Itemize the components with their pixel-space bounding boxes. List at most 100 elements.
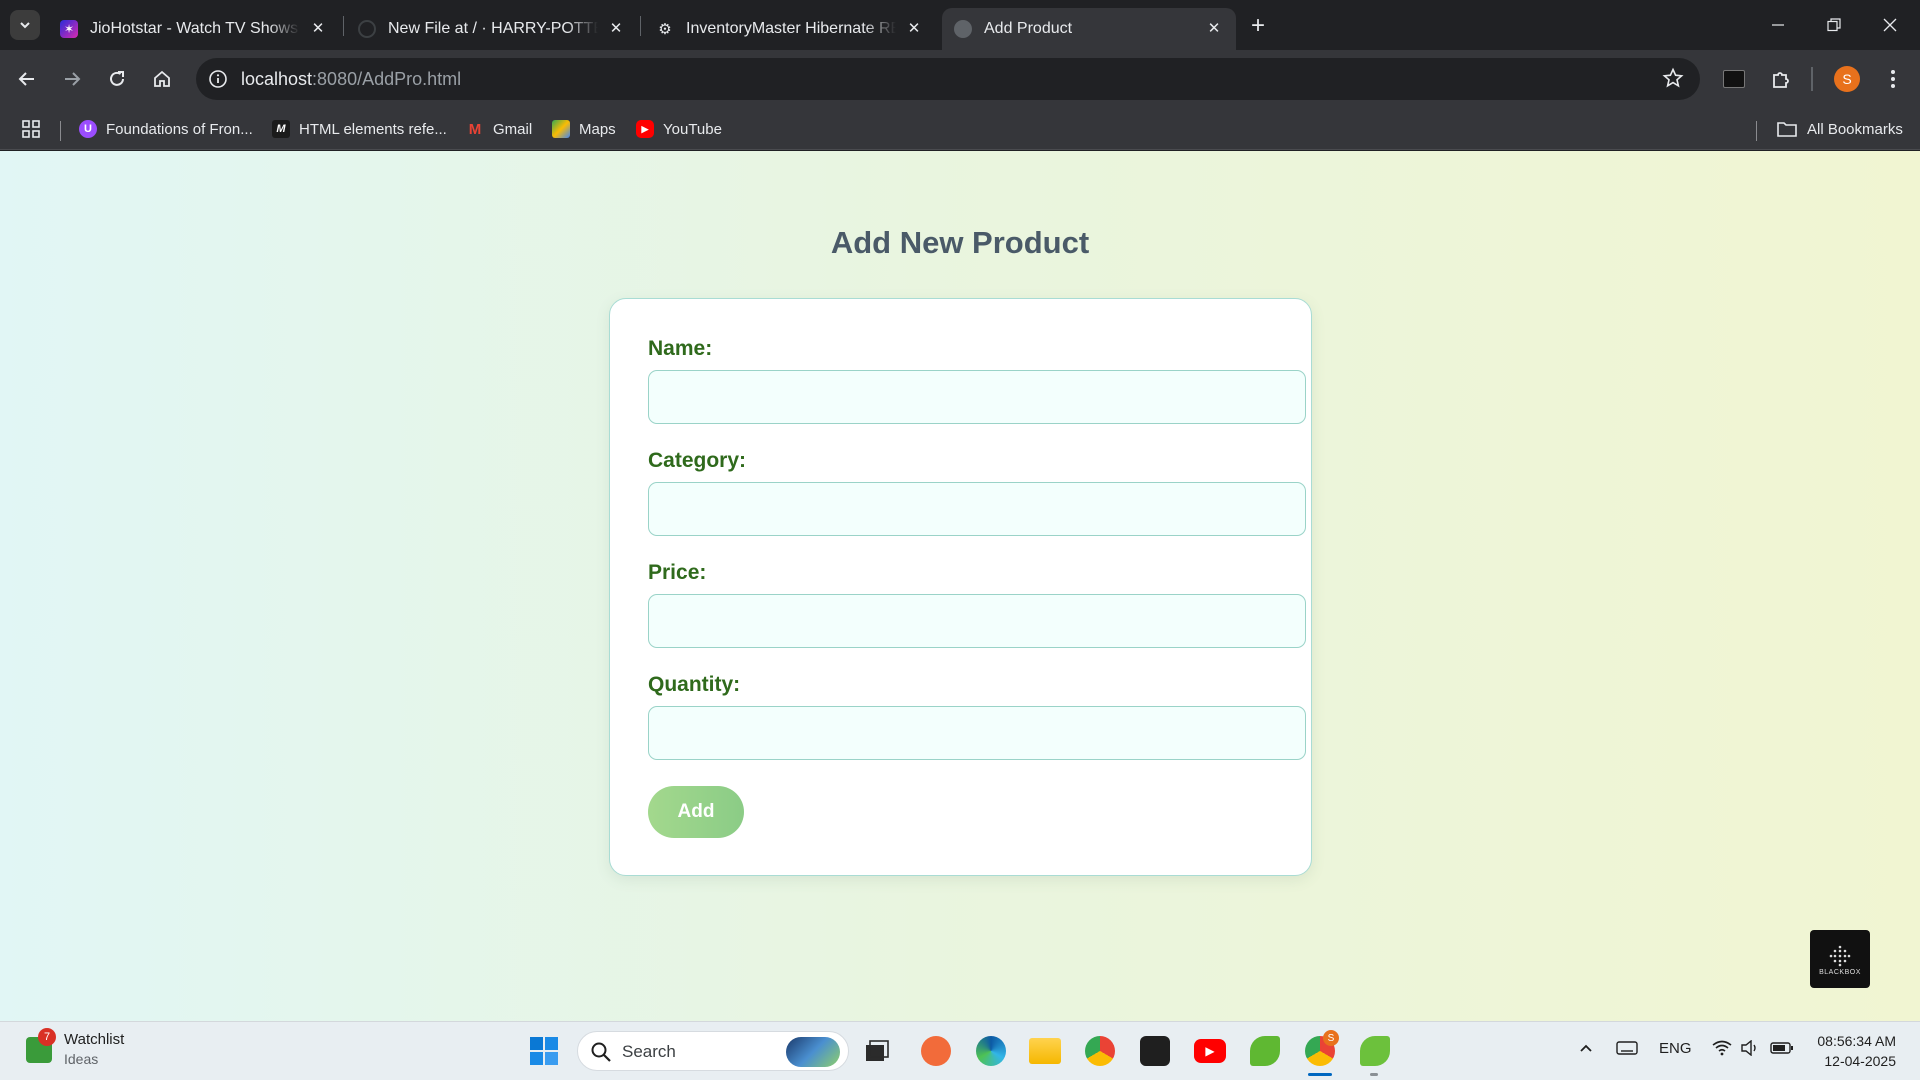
name-input[interactable] <box>648 370 1306 424</box>
back-button[interactable] <box>11 63 43 95</box>
minimize-icon <box>1772 24 1784 26</box>
restore-icon <box>1827 18 1841 32</box>
blackbox-extension-icon <box>1723 70 1745 88</box>
add-product-form: Name: Category: Price: Quantity: Add <box>609 298 1312 876</box>
taskbar-app-edge[interactable] <box>974 1034 1008 1068</box>
minimize-button[interactable] <box>1750 0 1806 50</box>
bookmark-label: Foundations of Fron... <box>106 120 253 138</box>
bookmark-label: Maps <box>579 120 616 138</box>
extensions-button[interactable] <box>1765 63 1797 95</box>
tab-title: Add Product <box>984 20 1073 37</box>
close-icon[interactable]: ✕ <box>904 18 924 38</box>
keyboard-icon <box>1616 1041 1638 1055</box>
close-icon[interactable]: ✕ <box>1204 18 1224 38</box>
tab-divider <box>343 16 344 36</box>
profile-avatar[interactable]: S <box>1834 66 1860 92</box>
profile-badge: S <box>1323 1030 1339 1046</box>
price-input[interactable] <box>648 594 1306 648</box>
category-input[interactable] <box>648 482 1306 536</box>
wifi-icon <box>1712 1040 1732 1056</box>
restore-button[interactable] <box>1806 0 1862 50</box>
blackbox-widget[interactable]: BLACKBOX <box>1810 930 1870 988</box>
all-bookmarks-button[interactable]: All Bookmarks <box>1776 116 1903 142</box>
bookmarks-bar: U Foundations of Fron... M HTML elements… <box>0 108 1920 150</box>
bookmark-divider <box>60 121 61 141</box>
quantity-input[interactable] <box>648 706 1306 760</box>
clock-date: 12-04-2025 <box>1824 1053 1896 1069</box>
price-label: Price: <box>648 561 707 584</box>
tab-strip: ✶ JioHotstar - Watch TV Shows, M ✕ New F… <box>0 0 1920 50</box>
url-host: localhost <box>241 69 313 89</box>
taskbar-search[interactable]: Search <box>577 1031 849 1071</box>
taskbar-app-file-explorer[interactable] <box>1028 1034 1062 1068</box>
bookmark-html-elements[interactable]: M HTML elements refe... <box>272 116 447 142</box>
arrow-right-icon <box>65 72 81 86</box>
keyboard-button[interactable] <box>1616 1040 1638 1060</box>
bookmark-gmail[interactable]: M Gmail <box>466 116 532 142</box>
window-close-button[interactable] <box>1862 0 1918 50</box>
blackbox-extension-button[interactable] <box>1718 63 1750 95</box>
url-text[interactable]: localhost:8080/AddPro.html <box>241 69 461 90</box>
edge-icon <box>976 1036 1006 1066</box>
bookmark-star-icon[interactable] <box>1662 67 1684 94</box>
close-icon[interactable]: ✕ <box>606 18 626 38</box>
reload-button[interactable] <box>101 63 133 95</box>
wifi-button[interactable] <box>1712 1040 1732 1060</box>
system-clock[interactable]: 08:56:34 AM 12-04-2025 <box>1817 1031 1896 1071</box>
blackbox-label: BLACKBOX <box>1819 968 1861 976</box>
battery-button[interactable] <box>1770 1040 1794 1060</box>
arrow-left-icon <box>18 72 34 86</box>
volume-button[interactable] <box>1740 1039 1760 1060</box>
bookmark-label: YouTube <box>663 120 722 138</box>
puzzle-icon <box>1773 72 1789 88</box>
address-bar[interactable]: localhost:8080/AddPro.html <box>196 58 1700 100</box>
taskbar-app-chrome-profile[interactable]: S <box>1303 1030 1339 1068</box>
tab-title: New File at / · HARRY-POTTER-V <box>388 20 598 37</box>
taskview-icon <box>866 1040 889 1061</box>
home-button[interactable] <box>146 63 178 95</box>
add-button[interactable]: Add <box>648 786 744 838</box>
site-info-icon[interactable] <box>206 67 230 91</box>
language-indicator[interactable]: ENG <box>1659 1040 1692 1057</box>
tab-inventorymaster[interactable]: ⚙ InventoryMaster Hibernate REA ✕ <box>644 8 936 50</box>
new-tab-button[interactable]: + <box>1244 12 1272 40</box>
taskbar-app-spring-tools[interactable] <box>1248 1034 1282 1068</box>
tab-divider <box>640 16 641 36</box>
taskbar-app-spring-tools-2[interactable] <box>1358 1034 1392 1068</box>
name-label: Name: <box>648 337 713 360</box>
maps-icon <box>552 120 570 138</box>
apps-grid-icon <box>22 120 40 138</box>
windows-taskbar: 7 Watchlist Ideas Search ▶ S ENG 08:56:3… <box>0 1021 1920 1080</box>
forward-button[interactable] <box>56 63 88 95</box>
youtube-icon: ▶ <box>636 120 654 138</box>
start-button[interactable] <box>527 1034 561 1068</box>
tab-github[interactable]: New File at / · HARRY-POTTER-V ✕ <box>346 8 638 50</box>
tab-jiohotstar[interactable]: ✶ JioHotstar - Watch TV Shows, M ✕ <box>48 8 340 50</box>
search-highlight-image <box>786 1037 840 1067</box>
close-icon[interactable]: ✕ <box>308 18 328 38</box>
bookmark-label: Gmail <box>493 120 533 138</box>
tab-search-button[interactable] <box>10 10 40 40</box>
quantity-label: Quantity: <box>648 673 741 696</box>
spring-leaf-icon <box>1250 1036 1280 1066</box>
tab-add-product[interactable]: Add Product ✕ <box>942 8 1236 50</box>
battery-icon <box>1770 1042 1793 1054</box>
taskview-button[interactable] <box>860 1034 894 1068</box>
u-icon: U <box>79 120 97 138</box>
chevron-down-icon <box>20 22 30 29</box>
taskbar-app-chrome[interactable] <box>1083 1034 1117 1068</box>
bookmark-foundations[interactable]: U Foundations of Fron... <box>79 116 253 142</box>
bookmark-maps[interactable]: Maps <box>552 116 616 142</box>
taskbar-app-swift[interactable] <box>919 1034 953 1068</box>
bookmark-youtube[interactable]: ▶ YouTube <box>636 116 722 142</box>
gmail-icon: M <box>468 120 482 138</box>
menu-button[interactable] <box>1877 63 1909 95</box>
notification-badge: 7 <box>38 1028 56 1046</box>
taskbar-app-youtube[interactable]: ▶ <box>1193 1034 1227 1068</box>
all-bookmarks-label: All Bookmarks <box>1807 120 1903 138</box>
apps-button[interactable] <box>21 116 41 142</box>
widget-subtitle: Ideas <box>64 1051 99 1067</box>
taskbar-app-wps[interactable] <box>1138 1034 1172 1068</box>
tray-overflow-button[interactable] <box>1578 1040 1594 1060</box>
folder-icon <box>1029 1038 1061 1064</box>
